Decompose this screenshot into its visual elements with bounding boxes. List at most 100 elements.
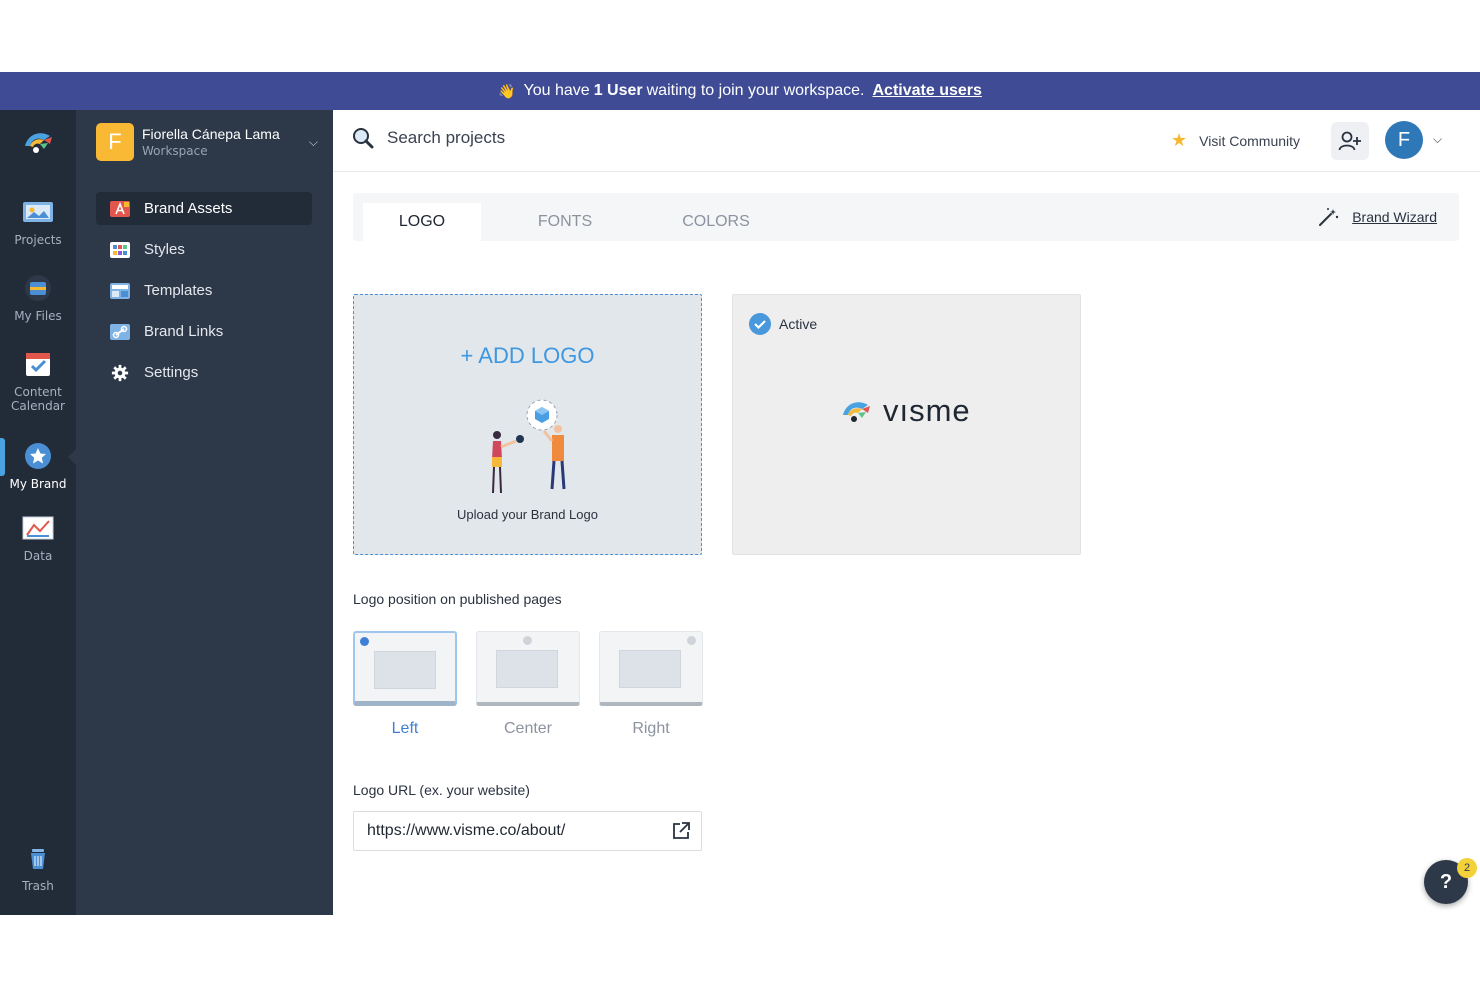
position-option-right[interactable]: Right (599, 631, 703, 738)
sidebar-label-settings: Settings (144, 364, 199, 381)
app-frame: 👋 You have 1 User waiting to join your w… (0, 72, 1480, 915)
active-badge: Active (749, 313, 817, 335)
visme-mark-icon (843, 402, 870, 422)
upload-illustration-icon (492, 399, 566, 494)
rail-label-projects: Projects (14, 233, 62, 247)
sidebar-label-styles: Styles (144, 241, 185, 258)
banner-text-post: waiting to join your workspace. (646, 82, 865, 99)
brand-tabs: LOGO FONTS COLORS Brand Wizard (353, 193, 1459, 241)
user-avatar[interactable]: F (1385, 121, 1423, 159)
main-content: LOGO FONTS COLORS Brand Wizard + ADD LOG… (333, 173, 1480, 915)
activate-users-link[interactable]: Activate users (873, 82, 982, 100)
sidebar-label-templates: Templates (144, 282, 213, 299)
rail-label-trash: Trash (22, 879, 54, 893)
workspace-switcher[interactable]: F Fiorella Cánepa Lama Workspace ⌵ (96, 122, 318, 162)
workspace-avatar: F (96, 123, 134, 161)
link-icon (110, 323, 130, 340)
visme-logo-icon[interactable] (22, 128, 58, 156)
brand-star-icon (25, 443, 51, 469)
rail-item-my-brand[interactable]: My Brand (0, 442, 76, 491)
logo-position-label: Logo position on published pages (353, 591, 562, 607)
top-header: ★ Visit Community F ⌵ (333, 110, 1480, 172)
check-circle-icon (749, 313, 771, 335)
logo-url-input[interactable] (367, 822, 657, 840)
add-logo-dropzone[interactable]: + ADD LOGO Upload your Brand Logo (353, 294, 702, 555)
brand-logo: vısme (839, 393, 971, 429)
wave-icon: 👋 (498, 82, 516, 99)
invite-user-button[interactable] (1331, 122, 1369, 160)
sidebar-item-templates[interactable]: Templates (96, 274, 312, 307)
workspace-subtitle: Workspace (142, 144, 208, 158)
sidebar-item-styles[interactable]: Styles (96, 233, 312, 266)
star-icon: ★ (1171, 130, 1188, 150)
external-link-icon[interactable] (671, 821, 691, 841)
position-dot-center (523, 636, 532, 645)
trash-icon (31, 849, 45, 869)
image-placeholder-icon (496, 650, 558, 688)
rail-label-my-brand: My Brand (9, 477, 67, 491)
visit-community-label: Visit Community (1199, 132, 1301, 149)
rail-label-content: Content (14, 385, 62, 399)
position-dot-left (360, 637, 369, 646)
rail-item-trash[interactable]: Trash (0, 844, 76, 893)
rail-item-data[interactable]: Data (0, 514, 76, 563)
tab-colors[interactable]: COLORS (657, 203, 775, 241)
active-status-label: Active (779, 316, 818, 332)
banner-user-count: 1 User (593, 82, 643, 99)
logo-url-field (353, 811, 702, 851)
folder-icon (25, 275, 51, 301)
position-option-left[interactable]: Left (353, 631, 457, 738)
rail-item-content-calendar[interactable]: Content Calendar (0, 350, 76, 413)
visit-community-link[interactable]: ★ Visit Community (1171, 130, 1300, 151)
sidebar-item-brand-assets[interactable]: Brand Assets (96, 192, 312, 225)
chart-icon (22, 516, 54, 540)
position-dot-right (687, 636, 696, 645)
image-placeholder-icon (374, 651, 436, 689)
calendar-icon (26, 353, 50, 376)
styles-palette-icon (110, 241, 130, 258)
sidebar-label-brand-assets: Brand Assets (144, 200, 233, 217)
user-menu-chevron-icon[interactable]: ⌵ (1433, 132, 1442, 147)
logo-card-active[interactable]: Active vısme (732, 294, 1081, 555)
projects-icon (23, 202, 53, 222)
magic-wand-icon (1319, 208, 1339, 226)
add-user-icon (1338, 131, 1361, 151)
upload-caption: Upload your Brand Logo (457, 507, 598, 522)
position-label-left: Left (391, 720, 419, 737)
sidebar-item-brand-links[interactable]: Brand Links (96, 315, 312, 348)
sidebar-nav: Brand Assets Styles Templates Brand Link… (96, 192, 312, 397)
banner-text-pre: You have (523, 82, 590, 99)
position-thumbnail-right (599, 631, 703, 706)
add-logo-title: + ADD LOGO (460, 343, 595, 368)
rail-item-projects[interactable]: Projects (0, 198, 76, 247)
icon-rail: Projects My Files Content Calendar My Br… (0, 110, 77, 915)
templates-icon (110, 282, 130, 299)
position-thumbnail-center (476, 631, 580, 706)
brand-logo-wordmark: vısme (883, 393, 971, 428)
search-icon (353, 128, 374, 149)
brand-assets-icon (110, 200, 130, 217)
position-option-center[interactable]: Center (476, 631, 580, 738)
logo-url-label: Logo URL (ex. your website) (353, 782, 530, 798)
image-placeholder-icon (619, 650, 681, 688)
search-input[interactable] (387, 128, 687, 148)
tab-logo[interactable]: LOGO (363, 203, 481, 241)
brand-wizard-link[interactable]: Brand Wizard (1318, 207, 1437, 227)
chevron-down-icon: ⌵ (308, 134, 318, 149)
rail-label-my-files: My Files (14, 309, 62, 323)
sidebar-item-settings[interactable]: Settings (96, 356, 312, 389)
rail-item-my-files[interactable]: My Files (0, 274, 76, 323)
sidebar: F Fiorella Cánepa Lama Workspace ⌵ Brand… (76, 110, 333, 915)
brand-wizard-label: Brand Wizard (1352, 209, 1437, 225)
gear-icon (111, 364, 129, 381)
workspace-name: Fiorella Cánepa Lama (142, 126, 280, 142)
rail-label-data: Data (23, 549, 53, 563)
tab-fonts[interactable]: FONTS (506, 203, 624, 241)
help-notification-badge: 2 (1457, 858, 1477, 878)
search-bar[interactable] (351, 126, 687, 150)
position-label-right: Right (632, 720, 670, 737)
position-thumbnail-left (353, 631, 457, 706)
rail-label-calendar: Calendar (11, 399, 65, 413)
position-label-center: Center (503, 720, 553, 737)
announcement-banner: 👋 You have 1 User waiting to join your w… (0, 72, 1480, 110)
